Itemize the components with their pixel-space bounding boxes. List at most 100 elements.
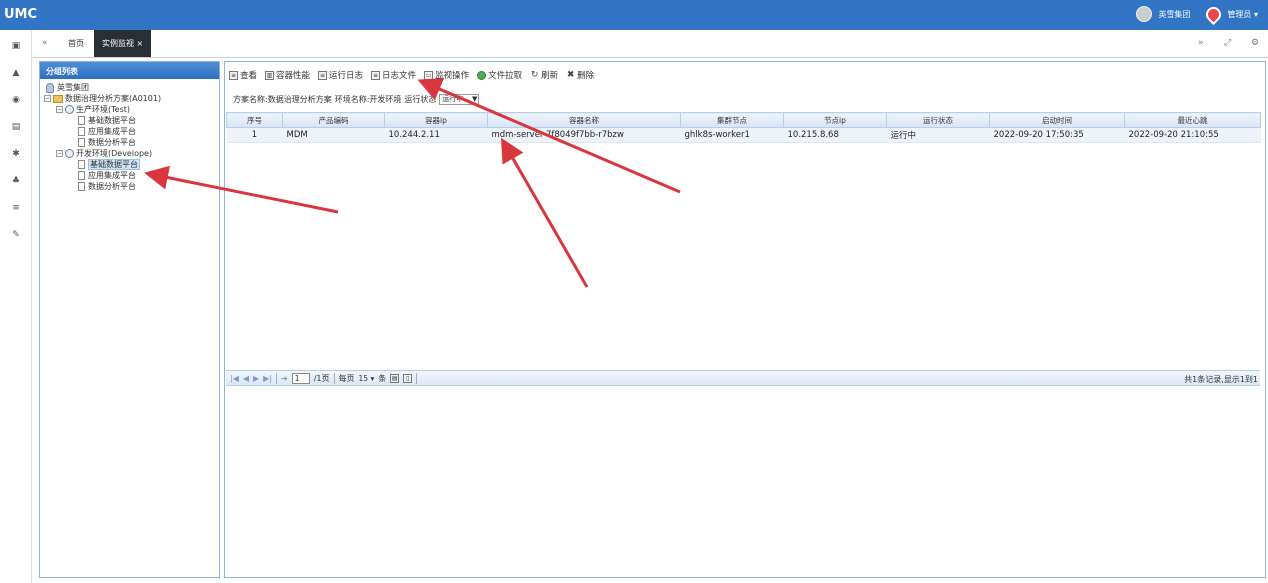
column-header[interactable]: 容器ip (384, 112, 488, 128)
cell-start-time: 2022-09-20 17:50:35 (989, 127, 1125, 143)
run-log-button[interactable]: ≡ 运行日志 (318, 68, 363, 82)
tab-instance-monitor[interactable]: 实例监视 × (94, 30, 152, 57)
column-header[interactable]: 产品编码 (282, 112, 385, 128)
side-nav: ▣ ▲ ◉ ▤ ✱ ♣ ≡ ✎ (0, 30, 32, 583)
cell-container-ip: 10.244.2.11 (384, 127, 488, 143)
users-icon[interactable]: ♣ (10, 175, 22, 187)
tree-node-env-prod[interactable]: − 生产环境(Test) (56, 104, 130, 115)
divider (276, 373, 278, 384)
wrench-icon[interactable]: ✎ (10, 229, 22, 241)
print-icon[interactable]: ▯ (403, 374, 413, 383)
scheme-name-label: 方案名称:数据治理分析方案 (233, 95, 332, 104)
document-icon (78, 138, 85, 147)
view-icon: ≡ (229, 70, 238, 80)
collapse-icon[interactable]: − (44, 95, 51, 102)
record-summary: 共1条记录,显示1到1 (1184, 375, 1258, 384)
log-file-button[interactable]: ≡ 日志文件 (371, 68, 416, 82)
tree-node-env-dev[interactable]: − 开发环境(Develope) (56, 148, 152, 159)
tab-home[interactable]: 首页 (60, 30, 92, 57)
first-page-icon[interactable]: |◀ (230, 374, 239, 383)
collapse-icon[interactable]: − (56, 150, 63, 157)
per-page-select[interactable]: 15 ▾ (359, 373, 375, 384)
user-area: 英雪集团 管理员 ▾ (1136, 3, 1258, 25)
tab-scroll-left-icon[interactable]: « (42, 38, 48, 48)
table-header-row: 序号 产品编码 容器ip 容器名称 集群节点 节点ip 运行状态 启动时间 最近… (226, 112, 1261, 128)
environment-icon (65, 105, 74, 114)
status-label: 运行状态 (404, 95, 437, 104)
file-pull-button[interactable]: 文件拉取 (477, 68, 522, 82)
chart-icon: ▥ (265, 70, 275, 80)
group-label[interactable]: 英雪集团 (1158, 9, 1190, 20)
monitor-operation-button[interactable]: ▭ 监视操作 (424, 68, 469, 82)
chevron-down-icon: ▼ (472, 95, 478, 103)
column-header[interactable]: 容器名称 (487, 112, 681, 128)
prev-page-icon[interactable]: ◀ (243, 374, 249, 383)
gear-icon[interactable]: ✱ (10, 148, 22, 160)
go-page-icon[interactable]: ➜ (281, 374, 288, 383)
table-row[interactable]: 1 MDM 10.244.2.11 mdm-server-7f8049f7bb-… (226, 127, 1261, 143)
monitor-icon: ▭ (424, 70, 434, 80)
cell-product-code: MDM (282, 127, 385, 143)
cell-cluster-node: ghlk8s-worker1 (680, 127, 784, 143)
delete-button[interactable]: ✖ 删除 (566, 68, 594, 82)
document-icon (78, 127, 85, 136)
next-page-icon[interactable]: ▶ (253, 374, 259, 383)
user-menu[interactable]: 管理员 ▾ (1227, 9, 1258, 20)
group-avatar-icon (1136, 6, 1153, 22)
total-pages-label: /1页 (313, 374, 330, 383)
download-icon (477, 70, 487, 80)
divider (333, 373, 335, 384)
tree-node-prod-item[interactable]: 应用集成平台 (78, 126, 136, 137)
cell-node-ip: 10.215.8.68 (783, 127, 887, 143)
pagination-bar: |◀ ◀ ▶ ▶| ➜ 1 /1页 每页 15 ▾ 条 ▤ ▯ 共1条记录,显示… (226, 370, 1260, 386)
column-header[interactable]: 集群节点 (680, 112, 784, 128)
log-icon: ≡ (318, 70, 328, 80)
group-list-panel: 分组列表 英雪集团 − 数据治理分析方案(A0101) − 生产环境(Test) 基… (39, 61, 220, 578)
collapse-icon[interactable]: − (56, 106, 63, 113)
fullscreen-icon[interactable]: ⤢ (1224, 38, 1231, 48)
tab-scroll-right-icon[interactable]: » (1198, 38, 1204, 48)
instance-panel: ≡ 查看 ▥ 容器性能 ≡ 运行日志 ≡ 日志文件 ▭ 监视操作 文件拉取 ↻ 刷新 ✖ 删除… (224, 61, 1266, 578)
status-select[interactable]: 运行中 ▼ (439, 94, 480, 105)
filter-bar: 方案名称:数据治理分析方案 环境名称:开发环境 运行状态 运行中 ▼ (233, 94, 480, 105)
column-header[interactable]: 最近心跳 (1124, 112, 1261, 128)
last-page-icon[interactable]: ▶| (263, 374, 272, 383)
list-icon[interactable]: ▤ (10, 121, 22, 133)
eye-icon[interactable]: ◉ (10, 94, 22, 106)
document-icon (78, 171, 85, 180)
column-header[interactable]: 运行状态 (886, 112, 990, 128)
refresh-button[interactable]: ↻ 刷新 (530, 68, 558, 82)
cell-last-heartbeat: 2022-09-20 21:10:55 (1124, 127, 1261, 143)
tab-bar: « 首页 实例监视 × » ⤢ ⚙ (32, 30, 1268, 58)
view-button[interactable]: ≡ 查看 (229, 68, 257, 82)
container-performance-button[interactable]: ▥ 容器性能 (265, 68, 310, 82)
export-icon[interactable]: ▤ (390, 374, 400, 383)
column-header[interactable]: 序号 (226, 112, 283, 128)
per-page-label: 每页 (338, 374, 355, 383)
document-icon (78, 182, 85, 191)
per-page-unit: 条 (378, 374, 387, 383)
delete-icon: ✖ (566, 69, 575, 80)
page-input[interactable]: 1 (291, 373, 310, 384)
tree-node-dev-item[interactable]: 数据分析平台 (78, 181, 136, 192)
file-icon: ≡ (371, 70, 381, 80)
tree-node-dev-item[interactable]: 应用集成平台 (78, 170, 136, 181)
tree-node-prod-item[interactable]: 基础数据平台 (78, 115, 136, 126)
bank-icon[interactable]: ▲ (10, 67, 22, 79)
group-list-title: 分组列表 (40, 62, 219, 79)
cell-run-status: 运行中 (886, 127, 990, 143)
divider (416, 373, 418, 384)
settings-icon[interactable]: ⚙ (1251, 38, 1259, 48)
menu-icon[interactable]: ≡ (10, 202, 22, 214)
tree-node-root[interactable]: 英雪集团 (46, 82, 89, 93)
dashboard-icon[interactable]: ▣ (10, 40, 22, 52)
toolbar: ≡ 查看 ▥ 容器性能 ≡ 运行日志 ≡ 日志文件 ▭ 监视操作 文件拉取 ↻ 刷新 ✖ 删除 (229, 68, 594, 82)
cell-index: 1 (226, 127, 283, 143)
instance-table: 序号 产品编码 容器ip 容器名称 集群节点 节点ip 运行状态 启动时间 最近… (226, 112, 1261, 143)
tree-node-dev-item-selected[interactable]: 基础数据平台 (78, 159, 140, 170)
tree-node-prod-item[interactable]: 数据分析平台 (78, 137, 136, 148)
column-header[interactable]: 启动时间 (989, 112, 1125, 128)
group-icon (46, 82, 54, 93)
column-header[interactable]: 节点ip (783, 112, 887, 128)
tree-node-scheme[interactable]: − 数据治理分析方案(A0101) (44, 93, 161, 104)
